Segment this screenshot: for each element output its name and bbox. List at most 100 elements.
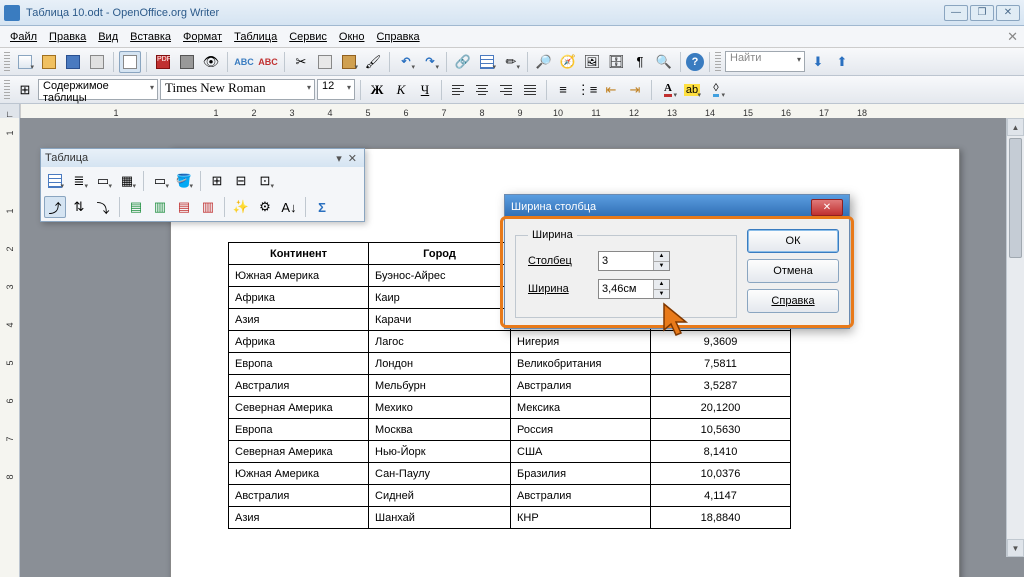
font-color-button[interactable]: А [657,79,679,101]
table-cell[interactable]: 10,5630 [651,419,791,441]
toolbar-grip[interactable] [4,52,10,72]
cut-button[interactable]: ✂ [290,51,312,73]
menu-view[interactable]: Вид [92,29,124,45]
float-toolbar-title[interactable]: Таблица ▾ ✕ [41,149,364,167]
zoom-button[interactable]: 🔍 [653,51,675,73]
sort-button[interactable]: A↓ [278,196,300,218]
align-left-button[interactable] [447,79,469,101]
menu-format[interactable]: Формат [177,29,228,45]
hyperlink-button[interactable]: 🔗 [452,51,474,73]
undo-button[interactable]: ↶ [395,51,417,73]
redo-button[interactable]: ↷ [419,51,441,73]
border-button[interactable]: ▦ [116,170,138,192]
float-toolbar-close-icon[interactable]: ✕ [345,152,360,165]
doc-close-icon[interactable]: ✕ [1007,29,1018,45]
bottom-align-button[interactable]: ⤵ [92,196,114,218]
table-row[interactable]: АвстралияСиднейАвстралия4,1147 [229,485,791,507]
scroll-up-button[interactable]: ▲ [1007,118,1024,136]
paste-button[interactable] [338,51,360,73]
optimize-button[interactable]: ⊡ [254,170,276,192]
table-cell[interactable]: 10,0376 [651,463,791,485]
highlight-button[interactable]: ab [681,79,703,101]
table-cell[interactable]: Мексика [511,397,651,419]
table-row[interactable]: АвстралияМельбурнАвстралия3,5287 [229,375,791,397]
align-justify-button[interactable] [519,79,541,101]
table-header[interactable]: Континент [229,243,369,265]
table-cell[interactable]: Буэнос-Айрес [369,265,511,287]
merge-cells-button[interactable]: ⊞ [206,170,228,192]
bgcolor-button[interactable]: ◊ [705,79,727,101]
cancel-button[interactable]: Отмена [747,259,839,283]
table-cell[interactable]: США [511,441,651,463]
table-cell[interactable]: Сан-Паулу [369,463,511,485]
styles-button[interactable]: ⊞ [14,79,36,101]
table-cell[interactable]: КНР [511,507,651,529]
font-size-combo[interactable]: 12 [317,79,355,100]
indent-inc-button[interactable]: ⇥ [624,79,646,101]
table-cell[interactable]: Европа [229,419,369,441]
vertical-ruler[interactable]: 112345678 [0,118,20,577]
bg-color-button[interactable]: ▭ [149,170,171,192]
autospell-button[interactable]: ABC [257,51,279,73]
width-spin-up[interactable]: ▲ [654,280,669,290]
menu-insert[interactable]: Вставка [124,29,177,45]
table-cell[interactable]: Австралия [229,375,369,397]
nonprinting-button[interactable]: ¶ [629,51,651,73]
table-cell[interactable]: Южная Америка [229,265,369,287]
table-header[interactable]: Город [369,243,511,265]
delete-col-button[interactable]: ▥ [197,196,219,218]
table-cell[interactable]: 4,1147 [651,485,791,507]
table-cell[interactable]: 7,5811 [651,353,791,375]
table-cell[interactable]: Австралия [511,485,651,507]
table-grid-button[interactable] [44,170,66,192]
float-toolbar-dropdown-icon[interactable]: ▾ [333,152,345,165]
find-replace-button[interactable]: 🔎 [533,51,555,73]
menu-window[interactable]: Окно [333,29,371,45]
find-prev-button[interactable]: ⬆ [831,51,853,73]
table-cell[interactable]: 18,8840 [651,507,791,529]
datasources-button[interactable]: 🗄 [605,51,627,73]
menu-tools[interactable]: Сервис [283,29,333,45]
table-cell[interactable]: Австралия [511,375,651,397]
width-spin-down[interactable]: ▼ [654,290,669,299]
table-cell[interactable]: Африка [229,331,369,353]
italic-button[interactable]: К [390,79,412,101]
table-cell[interactable]: Азия [229,507,369,529]
close-button[interactable]: ✕ [996,5,1020,21]
scroll-down-button[interactable]: ▼ [1007,539,1024,557]
autoformat-button[interactable]: ✨ [230,196,252,218]
line-style-button[interactable]: ≣ [68,170,90,192]
table-row[interactable]: ЕвропаЛондонВеликобритания7,5811 [229,353,791,375]
table-cell[interactable]: Африка [229,287,369,309]
table-row[interactable]: Южная АмерикаСан-ПаулуБразилия10,0376 [229,463,791,485]
align-right-button[interactable] [495,79,517,101]
font-name-combo[interactable]: Times New Roman [160,79,315,100]
print-button[interactable] [176,51,198,73]
navigator-button[interactable]: 🧭 [557,51,579,73]
table-row[interactable]: АзияШанхайКНР18,8840 [229,507,791,529]
table-row[interactable]: Северная АмерикаНью-ЙоркСША8,1410 [229,441,791,463]
underline-button[interactable]: Ч [414,79,436,101]
align-center-button[interactable] [471,79,493,101]
gallery-button[interactable]: 🖼 [581,51,603,73]
table-row[interactable]: ЕвропаМоскваРоссия10,5630 [229,419,791,441]
help-button[interactable]: ? [686,53,704,71]
table-cell[interactable]: Карачи [369,309,511,331]
spellcheck-button[interactable]: ABC [233,51,255,73]
toolbar-grip-2[interactable] [715,52,721,72]
table-cell[interactable]: Европа [229,353,369,375]
column-spin-down[interactable]: ▼ [654,262,669,271]
menu-help[interactable]: Справка [370,29,425,45]
table-float-toolbar[interactable]: Таблица ▾ ✕ ≣ ▭ ▦ ▭ 🪣 ⊞ ⊟ ⊡ ⤴ ⇅ ⤵ ▤ ▥ ▤ … [40,148,365,222]
paragraph-style-combo[interactable]: Содержимое таблицы [38,79,158,100]
help-dialog-button[interactable]: Справка [747,289,839,313]
table-cell[interactable]: 3,5287 [651,375,791,397]
split-cells-button[interactable]: ⊟ [230,170,252,192]
indent-dec-button[interactable]: ⇤ [600,79,622,101]
save-button[interactable] [62,51,84,73]
table-cell[interactable]: Великобритания [511,353,651,375]
table-cell[interactable]: Бразилия [511,463,651,485]
table-row[interactable]: Северная АмерикаМехикоМексика20,1200 [229,397,791,419]
mail-button[interactable] [86,51,108,73]
column-spin-up[interactable]: ▲ [654,252,669,262]
